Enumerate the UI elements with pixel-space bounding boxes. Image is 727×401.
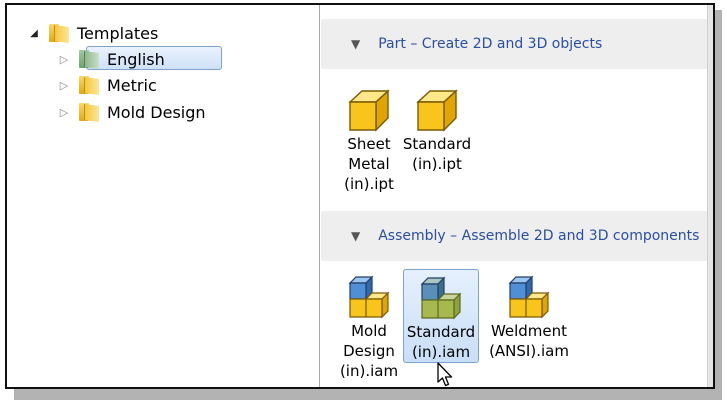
collapse-triangle-icon[interactable]: ▼ — [351, 37, 360, 51]
scrollbar[interactable] — [707, 5, 713, 387]
template-tile-weldment[interactable]: Weldment (ANSI).iam — [487, 269, 571, 361]
template-tile-label: Mold Design (in).iam — [339, 322, 399, 380]
collapsed-arrow-icon[interactable]: ▷ — [57, 106, 71, 119]
tree-item-english[interactable]: ▷ English — [57, 47, 165, 71]
collapse-triangle-icon[interactable]: ▼ — [351, 229, 360, 243]
template-tile-mold-design[interactable]: Mold Design (in).iam — [331, 269, 407, 381]
part-cube-icon — [416, 89, 458, 132]
assembly-cubes-icon — [348, 275, 390, 319]
folder-icon — [79, 76, 99, 96]
template-tile-label: Standard (in).iam — [406, 323, 476, 361]
group-header-part[interactable]: ▼ Part – Create 2D and 3D objects — [321, 19, 707, 69]
template-list: ▼ Part – Create 2D and 3D objects Sheet … — [321, 5, 713, 387]
tree-item-label: Mold Design — [107, 102, 206, 122]
assembly-cubes-icon — [420, 276, 462, 320]
group-header-assembly[interactable]: ▼ Assembly – Assemble 2D and 3D componen… — [321, 211, 707, 261]
mouse-pointer-icon — [437, 362, 453, 387]
tree-item-mold-design[interactable]: ▷ Mold Design — [57, 100, 206, 124]
tree-item-label: Templates — [77, 23, 159, 43]
expanded-arrow-icon[interactable]: ◢ — [27, 28, 41, 39]
template-tile-standard-iam[interactable]: Standard (in).iam — [403, 269, 479, 363]
collapsed-arrow-icon[interactable]: ▷ — [57, 79, 71, 92]
template-tree: ◢ Templates ▷ English ▷ Metric ▷ Mold De… — [7, 5, 320, 387]
template-tile-label: Standard (in).ipt — [402, 135, 472, 173]
template-tile-label: Weldment (ANSI).iam — [489, 322, 569, 360]
folder-icon — [79, 50, 99, 70]
template-tile-label: Sheet Metal (in).ipt — [344, 135, 394, 193]
tree-item-metric[interactable]: ▷ Metric — [57, 73, 157, 97]
group-header-label: Part – Create 2D and 3D objects — [378, 36, 603, 52]
new-file-dialog: ◢ Templates ▷ English ▷ Metric ▷ Mold De… — [5, 3, 715, 389]
template-tile-sheet-metal[interactable]: Sheet Metal (in).ipt — [331, 82, 407, 194]
template-tile-standard-ipt[interactable]: Standard (in).ipt — [399, 82, 475, 174]
folder-icon — [49, 24, 69, 44]
collapsed-arrow-icon[interactable]: ▷ — [57, 53, 71, 66]
part-cube-icon — [348, 89, 390, 132]
tree-item-label: Metric — [107, 75, 157, 95]
group-header-label: Assembly – Assemble 2D and 3D components — [378, 228, 700, 244]
assembly-cubes-icon — [508, 275, 550, 319]
folder-icon — [79, 103, 99, 123]
tree-item-label: English — [107, 49, 165, 69]
tree-item-templates[interactable]: ◢ Templates — [27, 21, 158, 45]
